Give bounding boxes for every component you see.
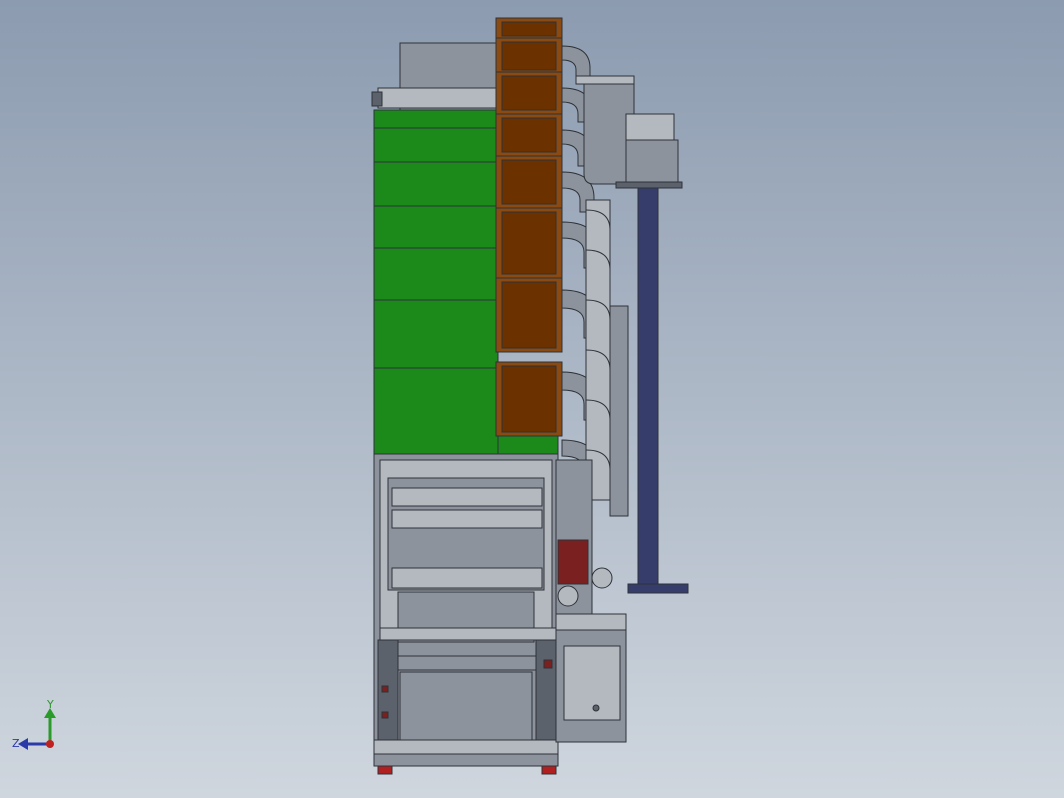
- lower-frame: [373, 453, 559, 767]
- foot: [541, 765, 557, 775]
- dryer-panel: [373, 367, 499, 455]
- cad-viewport[interactable]: Y Z: [0, 0, 1064, 798]
- dryer-panel: [373, 299, 499, 369]
- roller: [391, 487, 543, 507]
- foot: [377, 765, 393, 775]
- roller-end: [591, 567, 613, 589]
- roller: [391, 509, 543, 529]
- dryer-panel-base: [497, 435, 559, 455]
- dryer-panel: [373, 109, 499, 129]
- triad-label-y: Y: [46, 698, 54, 711]
- roller: [391, 567, 543, 589]
- roller: [379, 627, 557, 641]
- triad-label-z: Z: [12, 737, 20, 750]
- roller: [389, 655, 551, 671]
- dryer-panel: [373, 205, 499, 249]
- triad-x-axis-dot: [46, 740, 54, 748]
- duct-column: [495, 17, 563, 437]
- dryer-panel: [373, 127, 499, 163]
- roller-end: [557, 585, 579, 607]
- dryer-panel: [373, 161, 499, 207]
- dryer-panel: [373, 247, 499, 301]
